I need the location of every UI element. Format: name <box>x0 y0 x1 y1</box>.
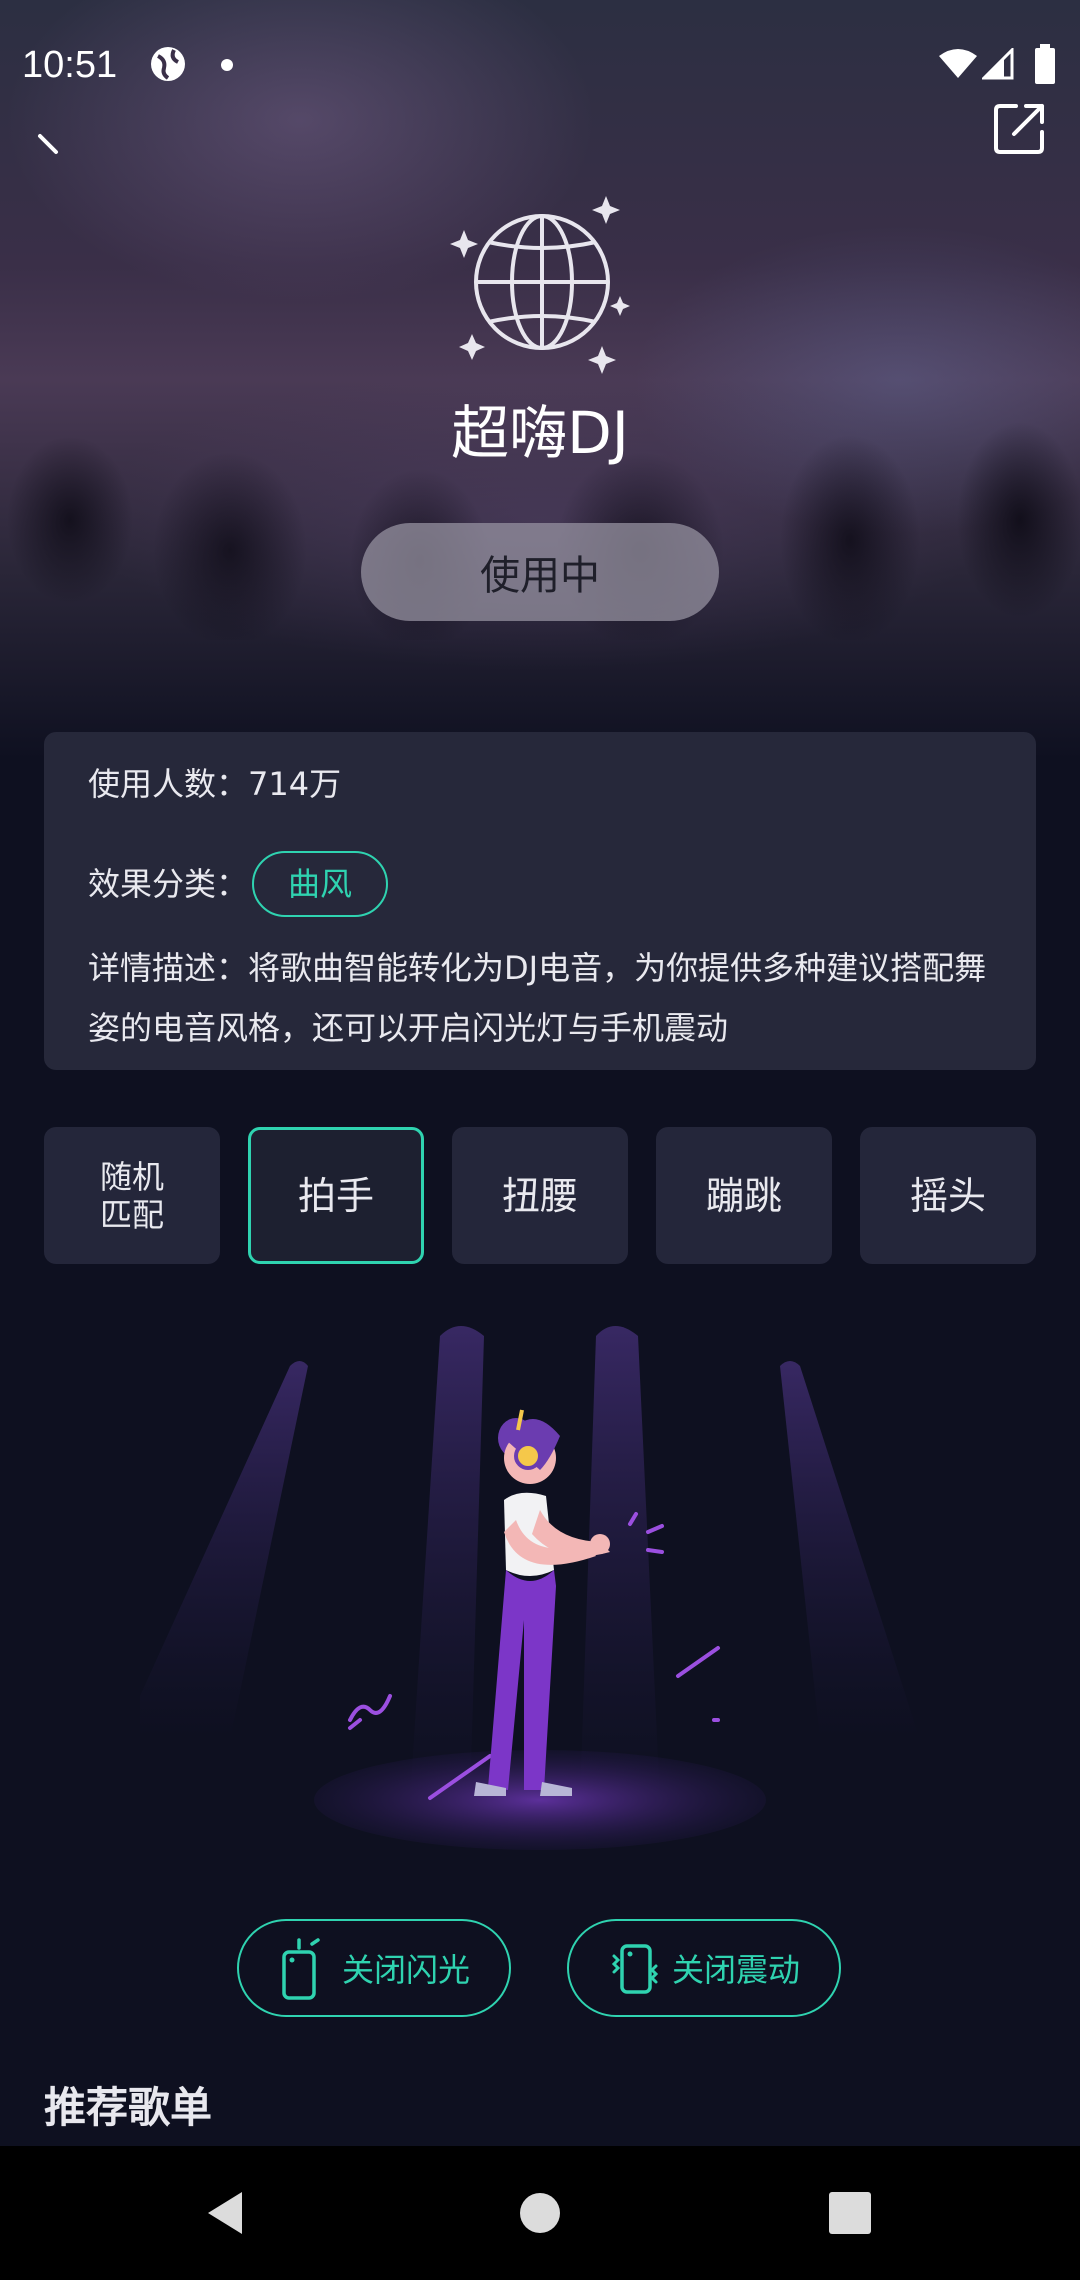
category-tag[interactable]: 曲风 <box>252 851 389 917</box>
user-count: 使用人数：714万 <box>88 765 342 803</box>
nav-back-icon[interactable] <box>200 2186 254 2240</box>
share-icon[interactable] <box>990 100 1048 158</box>
mode-tab-clap[interactable]: 拍手 <box>248 1127 424 1264</box>
nav-recents-icon[interactable] <box>823 2186 877 2240</box>
mode-tab-label: 随机 匹配 <box>99 1157 164 1234</box>
category-label: 效果分类： <box>88 865 249 903</box>
info-card: 使用人数：714万 效果分类： 曲风 详情描述：将歌曲智能转化为DJ电音，为你提… <box>44 732 1036 1070</box>
navigation-bar <box>0 2146 1080 2280</box>
battery-icon <box>1035 44 1055 84</box>
flash-phone-icon <box>282 1938 320 2000</box>
wifi-icon <box>939 49 977 78</box>
mode-tab-label: 扭腰 <box>501 1173 578 1218</box>
dancer-illustration <box>140 1326 920 1850</box>
nav-home-icon[interactable] <box>513 2186 567 2240</box>
disco-ball-icon <box>450 196 630 374</box>
mode-tab-jump[interactable]: 蹦跳 <box>656 1127 832 1264</box>
vibrate-phone-icon <box>611 1944 659 1994</box>
recommend-section-title: 推荐歌单 <box>44 2083 213 2132</box>
status-bar: 10:51 <box>0 0 1080 140</box>
mode-tab-shake-head[interactable]: 摇头 <box>860 1127 1036 1264</box>
close-vibrate-label: 关闭震动 <box>671 1952 800 1988</box>
description: 详情描述：将歌曲智能转化为DJ电音，为你提供多种建议搭配舞姿的电音风格，还可以开… <box>88 949 987 1047</box>
notification-dot-icon <box>221 59 233 71</box>
mode-tab-twist[interactable]: 扭腰 <box>452 1127 628 1264</box>
mode-tab-label: 摇头 <box>909 1173 986 1218</box>
mode-tab-label: 蹦跳 <box>705 1173 782 1218</box>
page-title: 超嗨DJ <box>451 399 629 467</box>
close-vibrate-button[interactable]: 关闭震动 <box>567 1919 841 2017</box>
back-icon[interactable] <box>30 120 80 170</box>
status-time: 10:51 <box>22 44 118 86</box>
globe-status-icon <box>151 47 185 81</box>
category-row: 效果分类： 曲风 <box>88 851 389 917</box>
close-flash-label: 关闭闪光 <box>341 1952 470 1988</box>
signal-icon <box>982 48 1014 80</box>
mode-tab-random[interactable]: 随机 匹配 <box>44 1127 220 1264</box>
in-use-button[interactable]: 使用中 <box>361 523 719 621</box>
mode-tab-label: 拍手 <box>297 1173 374 1218</box>
close-flash-button[interactable]: 关闭闪光 <box>237 1919 511 2017</box>
